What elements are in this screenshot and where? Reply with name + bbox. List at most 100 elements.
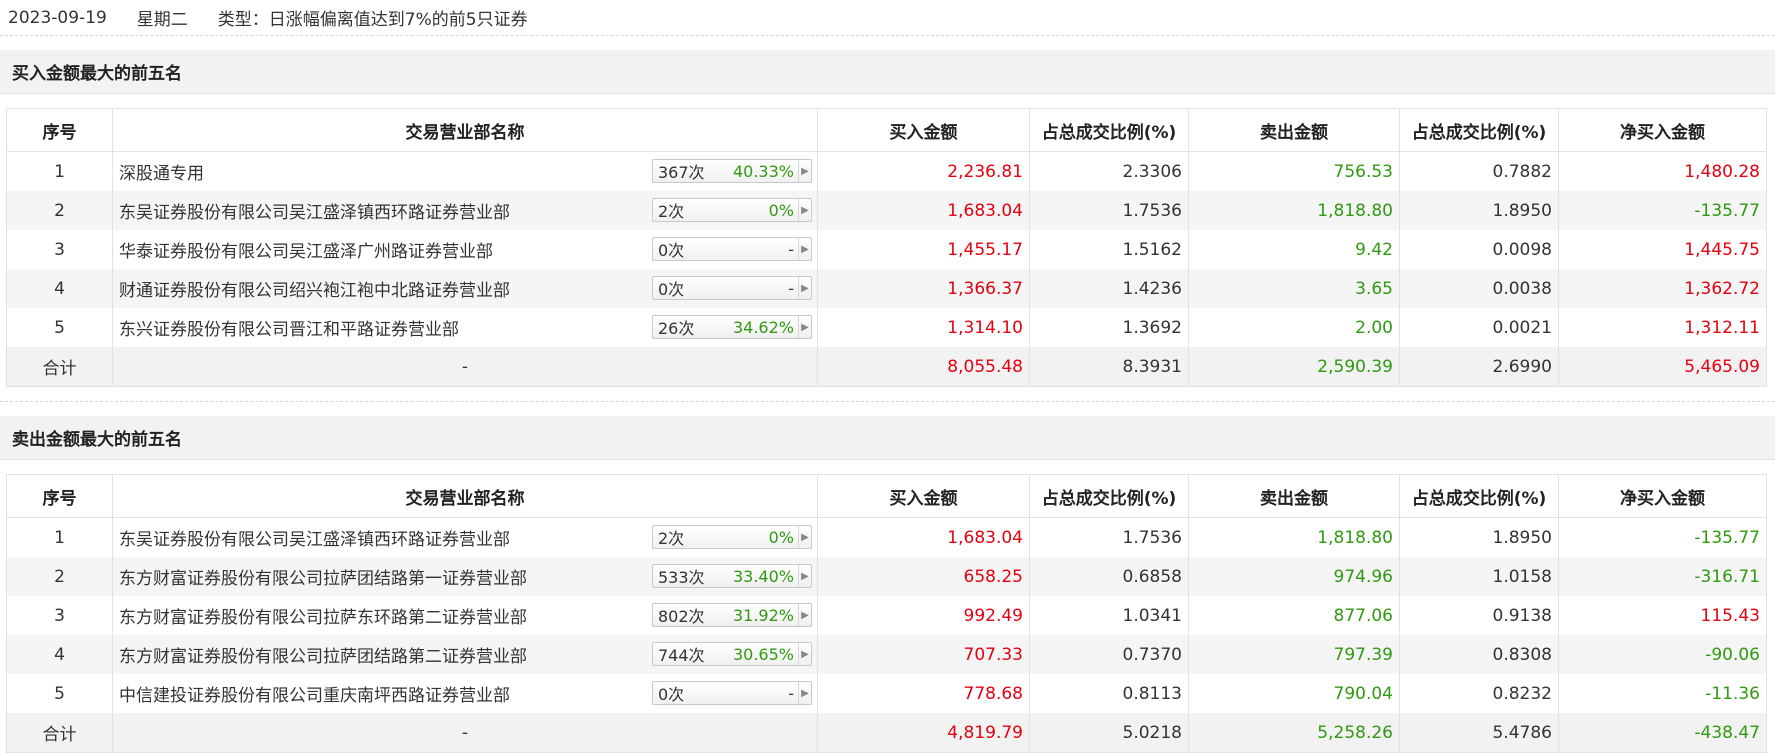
branch-name-link[interactable]: 深股通专用 bbox=[119, 159, 204, 184]
branch-name-link[interactable]: 财通证券股份有限公司绍兴袍江袍中北路证券营业部 bbox=[119, 276, 510, 301]
col-net-amount: 净买入金额 bbox=[1558, 474, 1767, 518]
buy-ratio: 0.8113 bbox=[1029, 674, 1189, 713]
branch-name-cell: 东兴证券股份有限公司晋江和平路证券营业部 26次 34.62% ▶ bbox=[112, 308, 818, 347]
branch-name-cell: 东方财富证券股份有限公司拉萨团结路第一证券营业部 533次 33.40% ▶ bbox=[112, 557, 818, 596]
buy-amount: 1,683.04 bbox=[817, 517, 1030, 557]
sell-table: 序号 交易营业部名称 买入金额 占总成交比例(%) 卖出金额 占总成交比例(%)… bbox=[6, 474, 1767, 753]
branch-name-cell: 财通证券股份有限公司绍兴袍江袍中北路证券营业部 0次 - ▶ bbox=[112, 269, 818, 308]
col-buy-amount: 买入金额 bbox=[817, 474, 1030, 518]
branch-stats-button[interactable]: 533次 33.40% ▶ bbox=[652, 564, 812, 588]
total-row: 合计 -8,055.48 8.3931 2,590.39 2.6990 5,465.09 bbox=[6, 347, 1767, 387]
table-header: 序号 交易营业部名称 买入金额 占总成交比例(%) 卖出金额 占总成交比例(%)… bbox=[6, 474, 1767, 518]
buy-ratio: 1.3692 bbox=[1029, 308, 1189, 347]
branch-stats-button[interactable]: 744次 30.65% ▶ bbox=[652, 642, 812, 666]
net-amount: 1,362.72 bbox=[1558, 269, 1767, 308]
total-label: 合计 bbox=[6, 347, 113, 387]
branch-name-link[interactable]: 东吴证券股份有限公司吴江盛泽镇西环路证券营业部 bbox=[119, 198, 510, 223]
branch-stats-button[interactable]: 2次 0% ▶ bbox=[652, 525, 812, 549]
trade-count: 533次 bbox=[658, 568, 705, 587]
buy-amount: 992.49 bbox=[817, 596, 1030, 635]
row-index: 2 bbox=[6, 557, 113, 596]
branch-name-link[interactable]: 华泰证券股份有限公司吴江盛泽广州路证券营业部 bbox=[119, 237, 493, 262]
branch-stats-button[interactable]: 802次 31.92% ▶ bbox=[652, 603, 812, 627]
branch-name-cell: 华泰证券股份有限公司吴江盛泽广州路证券营业部 0次 - ▶ bbox=[112, 230, 818, 269]
branch-stats-button[interactable]: 367次 40.33% ▶ bbox=[652, 159, 812, 183]
sell-ratio: 1.8950 bbox=[1399, 191, 1559, 230]
success-rate: 30.65% bbox=[732, 644, 794, 664]
sell-amount: 1,818.80 bbox=[1188, 191, 1400, 230]
sell-section-title: 卖出金额最大的前五名 bbox=[0, 416, 1775, 460]
total-name: - bbox=[112, 713, 818, 753]
col-index: 序号 bbox=[6, 474, 113, 518]
branch-name-cell: 东方财富证券股份有限公司拉萨东环路第二证券营业部 802次 31.92% ▶ bbox=[112, 596, 818, 635]
buy-amount: 658.25 bbox=[817, 557, 1030, 596]
total-sell-ratio: 2.6990 bbox=[1399, 347, 1559, 387]
total-buy-amount: 8,055.48 bbox=[817, 347, 1030, 387]
branch-name-link[interactable]: 东兴证券股份有限公司晋江和平路证券营业部 bbox=[119, 315, 459, 340]
trade-count: 0次 bbox=[658, 685, 685, 704]
branch-name-link[interactable]: 东吴证券股份有限公司吴江盛泽镇西环路证券营业部 bbox=[119, 525, 510, 550]
row-index: 1 bbox=[6, 517, 113, 557]
success-rate: 0% bbox=[768, 527, 794, 547]
arrow-right-icon: ▶ bbox=[798, 565, 811, 587]
total-sell-amount: 5,258.26 bbox=[1188, 713, 1400, 753]
total-label: 合计 bbox=[6, 713, 113, 753]
sell-ratio: 1.0158 bbox=[1399, 557, 1559, 596]
branch-name-link[interactable]: 东方财富证券股份有限公司拉萨团结路第二证券营业部 bbox=[119, 642, 527, 667]
branch-name-cell: 东吴证券股份有限公司吴江盛泽镇西环路证券营业部 2次 0% ▶ bbox=[112, 517, 818, 557]
branch-stats-button[interactable]: 0次 - ▶ bbox=[652, 681, 812, 705]
table-row: 1 深股通专用 367次 40.33% ▶ 2,236.81 2.3306 756.53 0.7… bbox=[6, 151, 1767, 191]
arrow-right-icon: ▶ bbox=[798, 604, 811, 626]
success-rate: - bbox=[788, 278, 794, 298]
sell-ratio: 0.7882 bbox=[1399, 151, 1559, 191]
branch-name-link[interactable]: 东方财富证券股份有限公司拉萨东环路第二证券营业部 bbox=[119, 603, 527, 628]
branch-name-link[interactable]: 东方财富证券股份有限公司拉萨团结路第一证券营业部 bbox=[119, 564, 527, 589]
branch-name-cell: 深股通专用 367次 40.33% ▶ bbox=[112, 151, 818, 191]
buy-ratio: 1.7536 bbox=[1029, 517, 1189, 557]
buy-ratio: 2.3306 bbox=[1029, 151, 1189, 191]
total-name: - bbox=[112, 347, 818, 387]
branch-stats-button[interactable]: 26次 34.62% ▶ bbox=[652, 315, 812, 339]
table-row: 4 财通证券股份有限公司绍兴袍江袍中北路证券营业部 0次 - ▶ 1,366.37 1.42… bbox=[6, 269, 1767, 308]
success-rate: - bbox=[788, 239, 794, 259]
col-index: 序号 bbox=[6, 108, 113, 152]
row-index: 2 bbox=[6, 191, 113, 230]
top-info-bar: 2023-09-19 星期二 类型：日涨幅偏离值达到7%的前5只证券 bbox=[0, 0, 1775, 36]
buy-amount: 1,314.10 bbox=[817, 308, 1030, 347]
arrow-right-icon: ▶ bbox=[798, 277, 811, 299]
branch-name-cell: 东吴证券股份有限公司吴江盛泽镇西环路证券营业部 2次 0% ▶ bbox=[112, 191, 818, 230]
branch-stats-button[interactable]: 0次 - ▶ bbox=[652, 276, 812, 300]
success-rate: 40.33% bbox=[732, 161, 794, 181]
total-sell-ratio: 5.4786 bbox=[1399, 713, 1559, 753]
sell-amount: 797.39 bbox=[1188, 635, 1400, 674]
branch-name-cell: 中信建投证券股份有限公司重庆南坪西路证券营业部 0次 - ▶ bbox=[112, 674, 818, 713]
trade-count: 0次 bbox=[658, 280, 685, 299]
sell-amount: 9.42 bbox=[1188, 230, 1400, 269]
trade-count: 2次 bbox=[658, 529, 685, 548]
table-header: 序号 交易营业部名称 买入金额 占总成交比例(%) 卖出金额 占总成交比例(%)… bbox=[6, 108, 1767, 152]
sell-amount: 1,818.80 bbox=[1188, 517, 1400, 557]
row-index: 4 bbox=[6, 269, 113, 308]
trade-count: 367次 bbox=[658, 163, 705, 182]
branch-stats-button[interactable]: 0次 - ▶ bbox=[652, 237, 812, 261]
branch-name-link[interactable]: 中信建投证券股份有限公司重庆南坪西路证券营业部 bbox=[119, 681, 510, 706]
col-sell-ratio: 占总成交比例(%) bbox=[1399, 108, 1559, 152]
success-rate: 34.62% bbox=[732, 317, 794, 337]
list-type: 类型：日涨幅偏离值达到7%的前5只证券 bbox=[217, 10, 528, 30]
total-net-amount: 5,465.09 bbox=[1558, 347, 1767, 387]
buy-section-title: 买入金额最大的前五名 bbox=[0, 50, 1775, 94]
table-row: 2 东吴证券股份有限公司吴江盛泽镇西环路证券营业部 2次 0% ▶ 1,683.04 1.7… bbox=[6, 191, 1767, 230]
trade-count: 26次 bbox=[658, 319, 695, 338]
row-index: 3 bbox=[6, 596, 113, 635]
buy-amount: 1,366.37 bbox=[817, 269, 1030, 308]
total-row: 合计 -4,819.79 5.0218 5,258.26 5.4786 -438.47 bbox=[6, 713, 1767, 753]
buy-ratio: 0.6858 bbox=[1029, 557, 1189, 596]
buy-ratio: 1.4236 bbox=[1029, 269, 1189, 308]
arrow-right-icon: ▶ bbox=[798, 526, 811, 548]
arrow-right-icon: ▶ bbox=[798, 316, 811, 338]
buy-amount: 2,236.81 bbox=[817, 151, 1030, 191]
branch-stats-button[interactable]: 2次 0% ▶ bbox=[652, 198, 812, 222]
total-buy-ratio: 8.3931 bbox=[1029, 347, 1189, 387]
sell-ratio: 0.0038 bbox=[1399, 269, 1559, 308]
row-index: 5 bbox=[6, 308, 113, 347]
